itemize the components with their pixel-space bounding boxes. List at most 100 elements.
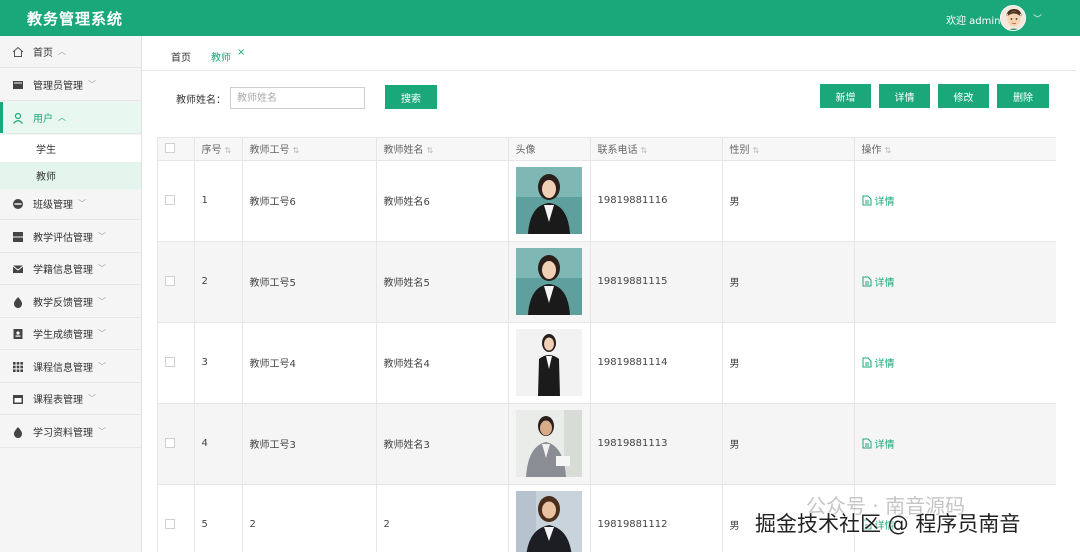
table-row[interactable]: 3 教师工号4 教师姓名4 19819881114 男 详情 bbox=[158, 322, 1056, 404]
sidebar-item-feedback[interactable]: 教学反馈管理 ﹀ bbox=[0, 286, 141, 318]
cell-phone: 19819881116 bbox=[590, 160, 723, 242]
app-title: 教务管理系统 bbox=[27, 10, 124, 28]
sidebar-item-label: 教学反馈管理 bbox=[33, 298, 93, 309]
tab-close-icon[interactable]: × bbox=[237, 47, 245, 58]
cell-name: 教师姓名4 bbox=[376, 322, 509, 404]
document-icon bbox=[862, 357, 871, 367]
select-all-checkbox[interactable] bbox=[165, 143, 175, 154]
sidebar-item-label: 学籍信息管理 bbox=[33, 265, 93, 276]
sidebar-item-label: 教学评估管理 bbox=[33, 233, 93, 244]
tab-home[interactable]: 首页 bbox=[171, 49, 191, 64]
column-header-name[interactable]: 教师姓名 ⇅ bbox=[376, 138, 509, 161]
teacher-name-input[interactable] bbox=[230, 87, 365, 109]
sidebar-item-label: 学生成绩管理 bbox=[33, 330, 93, 341]
sidebar-item-enrollment[interactable]: 学籍信息管理 ﹀ bbox=[0, 253, 141, 285]
teacher-photo bbox=[515, 410, 582, 477]
sort-icon[interactable]: ⇅ bbox=[427, 146, 434, 155]
sort-icon[interactable]: ⇅ bbox=[293, 146, 300, 155]
chevron-up-icon: ︿ bbox=[58, 113, 66, 122]
sidebar-item-label: 课程表管理 bbox=[33, 395, 83, 406]
sidebar-subitem-label: 教师 bbox=[36, 172, 56, 183]
cell-index: 2 bbox=[194, 241, 243, 323]
server-icon bbox=[12, 231, 24, 243]
sidebar-subitem-label: 学生 bbox=[36, 145, 56, 156]
cell-index: 3 bbox=[194, 322, 243, 404]
cell-job-no: 教师工号4 bbox=[242, 322, 377, 404]
select-all-cell[interactable] bbox=[158, 138, 195, 161]
sidebar-item-home[interactable]: 首页 ︿ bbox=[0, 36, 141, 68]
row-checkbox[interactable] bbox=[165, 357, 175, 367]
cell-index: 4 bbox=[194, 403, 243, 485]
sort-icon[interactable]: ⇅ bbox=[641, 146, 648, 155]
column-header-actions[interactable]: 操作 ⇅ bbox=[854, 138, 1056, 161]
table-row[interactable]: 2 教师工号5 教师姓名5 19819881115 男 详情 bbox=[158, 241, 1056, 323]
sidebar-item-materials[interactable]: 学习资料管理 ﹀ bbox=[0, 416, 141, 448]
cell-index: 5 bbox=[194, 484, 243, 552]
chevron-down-icon[interactable]: ﹀ bbox=[1033, 12, 1042, 25]
grid-icon bbox=[12, 361, 24, 373]
sidebar-item-course[interactable]: 课程信息管理 ﹀ bbox=[0, 351, 141, 383]
cell-index: 1 bbox=[194, 160, 243, 242]
sidebar-item-schedule[interactable]: 课程表管理 ﹀ bbox=[0, 383, 141, 415]
row-detail-link[interactable]: 详情 bbox=[862, 274, 895, 289]
document-icon bbox=[862, 195, 871, 205]
column-header-gender[interactable]: 性别 ⇅ bbox=[722, 138, 855, 161]
row-detail-link[interactable]: 详情 bbox=[862, 193, 895, 208]
table-header-row: 序号 ⇅ 教师工号 ⇅ 教师姓名 ⇅ 头像 联系电话 ⇅ 性别 ⇅ 操作 ⇅ bbox=[158, 138, 1056, 161]
drop-icon bbox=[12, 296, 24, 308]
sidebar-subitem-student[interactable]: 学生 bbox=[0, 135, 141, 162]
row-checkbox[interactable] bbox=[165, 276, 175, 286]
cell-phone: 19819881114 bbox=[590, 322, 723, 404]
tab-teacher[interactable]: 教师 bbox=[211, 49, 231, 64]
column-header-index[interactable]: 序号 ⇅ bbox=[194, 138, 243, 161]
search-button[interactable]: 搜索 bbox=[385, 85, 437, 109]
table-row[interactable]: 1 教师工号6 教师姓名6 19819881116 男 详情 bbox=[158, 160, 1056, 242]
edit-button[interactable]: 修改 bbox=[938, 84, 989, 108]
cell-phone: 19819881112 bbox=[590, 484, 723, 552]
table-row[interactable]: 4 教师工号3 教师姓名3 19819881113 男 详情 bbox=[158, 403, 1056, 485]
sort-icon[interactable]: ⇅ bbox=[753, 146, 760, 155]
row-checkbox[interactable] bbox=[165, 519, 175, 529]
teacher-photo bbox=[515, 248, 582, 315]
cell-phone: 19819881113 bbox=[590, 403, 723, 485]
sidebar-item-admin[interactable]: 管理员管理 ﹀ bbox=[0, 69, 141, 101]
user-avatar[interactable] bbox=[1000, 5, 1026, 31]
row-detail-link[interactable]: 详情 bbox=[862, 355, 895, 370]
sidebar-item-label: 班级管理 bbox=[33, 200, 73, 211]
sort-icon[interactable]: ⇅ bbox=[885, 146, 892, 155]
add-button[interactable]: 新增 bbox=[820, 84, 871, 108]
drop-icon bbox=[12, 426, 24, 438]
cell-job-no: 教师工号6 bbox=[242, 160, 377, 242]
sidebar-subitem-teacher[interactable]: 教师 bbox=[0, 162, 141, 189]
chevron-down-icon: ﹀ bbox=[88, 394, 96, 403]
teacher-photo bbox=[515, 167, 582, 234]
cell-job-no: 2 bbox=[242, 484, 377, 552]
detail-button[interactable]: 详情 bbox=[879, 84, 930, 108]
cell-gender: 男 bbox=[722, 403, 855, 485]
cell-gender: 男 bbox=[722, 241, 855, 323]
cell-name: 2 bbox=[376, 484, 509, 552]
row-detail-link[interactable]: 详情 bbox=[862, 436, 895, 451]
chevron-down-icon: ﹀ bbox=[98, 329, 106, 338]
sidebar-item-label: 用户 bbox=[33, 114, 53, 125]
sort-icon[interactable]: ⇅ bbox=[225, 146, 232, 155]
column-header-photo: 头像 bbox=[508, 138, 591, 161]
chevron-down-icon: ﹀ bbox=[98, 232, 106, 241]
cell-phone: 19819881115 bbox=[590, 241, 723, 323]
chevron-down-icon: ﹀ bbox=[88, 80, 96, 89]
row-checkbox[interactable] bbox=[165, 195, 175, 205]
search-label: 教师姓名： bbox=[176, 95, 226, 106]
home-icon bbox=[12, 46, 24, 58]
delete-button[interactable]: 删除 bbox=[997, 84, 1049, 108]
sidebar-item-grades[interactable]: 学生成绩管理 ﹀ bbox=[0, 318, 141, 350]
chevron-down-icon: ﹀ bbox=[98, 264, 106, 273]
row-checkbox[interactable] bbox=[165, 438, 175, 448]
chevron-down-icon: ﹀ bbox=[98, 427, 106, 436]
column-header-job-no[interactable]: 教师工号 ⇅ bbox=[242, 138, 377, 161]
sidebar-item-evaluation[interactable]: 教学评估管理 ﹀ bbox=[0, 221, 141, 253]
sidebar-item-user[interactable]: 用户 ︿ bbox=[0, 102, 141, 134]
sidebar-item-class[interactable]: 班级管理 ﹀ bbox=[0, 188, 141, 220]
column-header-phone[interactable]: 联系电话 ⇅ bbox=[590, 138, 723, 161]
teacher-photo bbox=[515, 329, 582, 396]
schedule-icon bbox=[12, 393, 24, 405]
